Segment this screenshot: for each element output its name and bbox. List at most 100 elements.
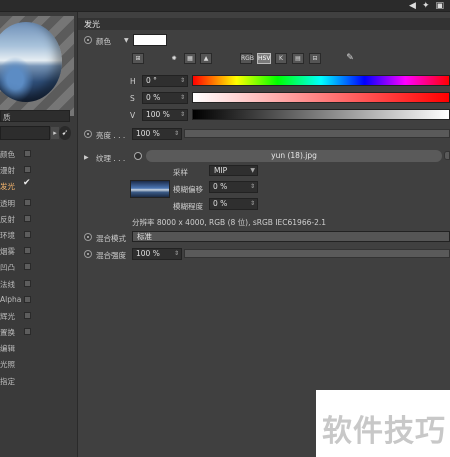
mix-strength-value: 100 % (136, 249, 160, 258)
channel-checkbox[interactable] (24, 198, 31, 206)
h-field[interactable]: 0 ° ⇕ (142, 75, 188, 87)
channel-item[interactable]: 辉光 (0, 308, 78, 324)
color-picker-icon[interactable]: ⊞ (132, 53, 144, 64)
channel-item[interactable]: Alpha (0, 292, 78, 308)
left-search-arrow-icon[interactable]: ▸ (51, 127, 59, 139)
channel-checkbox[interactable] (24, 247, 31, 255)
channel-checkbox[interactable] (24, 328, 31, 336)
brightness-label: 亮度 . . . (96, 130, 125, 141)
v-value: 100 % (146, 110, 170, 119)
texture-side-button[interactable] (444, 151, 450, 160)
mix-strength-field[interactable]: 100 % ⇕ (132, 248, 182, 260)
brightness-radio[interactable] (84, 130, 92, 138)
channel-label: Alpha (0, 294, 22, 304)
brightness-field[interactable]: 100 % ⇕ (132, 128, 182, 140)
channel-checkbox[interactable] (24, 279, 31, 287)
back-arrow-icon[interactable]: ◀ (409, 1, 416, 11)
channel-item[interactable]: 环境 (0, 227, 78, 243)
h-value: 0 ° (146, 76, 157, 85)
image-icon[interactable]: ▲ (200, 53, 212, 64)
channel-checkbox[interactable] (24, 166, 31, 174)
channel-checkbox[interactable] (24, 150, 31, 157)
channel-checkbox[interactable] (24, 263, 31, 271)
left-panel: 质 ▸ ➹ 颜色漫射 发光 ✔ 透明反射环境烟雾凹凸法线 Alpha 辉光置换编辑 光照 指定 (0, 12, 78, 457)
channel-checkbox[interactable] (24, 230, 31, 238)
channel-item[interactable]: 发光 ✔ (0, 178, 78, 194)
top-strip: ◀ ✦ ▣ (0, 0, 450, 12)
blur-degree-spin-icon[interactable]: ⇕ (250, 199, 255, 209)
channel-label: 法线 (0, 279, 15, 289)
s-spin-icon[interactable]: ⇕ (180, 93, 185, 103)
channel-item[interactable]: 法线 (0, 276, 78, 292)
mix-mode-dropdown[interactable]: 标准 (132, 231, 450, 242)
channel-label: 烟雾 (0, 247, 15, 257)
blur-degree-field[interactable]: 0 % ⇕ (209, 198, 258, 210)
channel-label: 反射 (0, 214, 15, 224)
lock-icon[interactable]: ▣ (435, 1, 444, 11)
texture-menu-icon[interactable] (134, 152, 142, 160)
eyedropper-icon[interactable]: ✎ (344, 53, 356, 64)
hue-slider[interactable] (192, 75, 450, 86)
mix-mode-radio[interactable] (84, 233, 92, 241)
mix-strength-spin-icon[interactable]: ⇕ (174, 249, 179, 259)
blur-offset-spin-icon[interactable]: ⇕ (250, 182, 255, 192)
v-field[interactable]: 100 % ⇕ (142, 109, 188, 121)
channel-label: 颜色 (0, 150, 15, 159)
brightness-spin-icon[interactable]: ⇕ (174, 129, 179, 139)
color-expand-icon[interactable]: ▼ (124, 37, 129, 44)
channel-item[interactable]: 颜色 (0, 146, 78, 162)
channel-checkmark-icon[interactable]: ✔ (23, 178, 31, 188)
channel-item[interactable]: 编辑 (0, 340, 78, 356)
v-label: V (130, 111, 136, 120)
s-label: S (130, 94, 135, 103)
texture-thumbnail[interactable] (130, 180, 170, 198)
swatches-icon[interactable]: ⊟ (309, 53, 321, 64)
channel-item[interactable]: 指定 (0, 373, 78, 389)
color-wheel-icon[interactable]: ✺ (168, 53, 180, 64)
channel-item[interactable]: 置换 (0, 324, 78, 340)
mix-strength-radio[interactable] (84, 250, 92, 258)
value-slider[interactable] (192, 109, 450, 120)
channel-item[interactable]: 反射 (0, 211, 78, 227)
color-swatch[interactable] (133, 34, 167, 46)
sampling-dropdown[interactable]: MIP ▼ (209, 165, 258, 176)
channel-checkbox[interactable] (24, 311, 31, 319)
v-spin-icon[interactable]: ⇕ (180, 110, 185, 120)
section-title-bar: 发光 (78, 18, 450, 30)
saturation-slider[interactable] (192, 92, 450, 103)
left-pointer-icon[interactable]: ➹ (59, 126, 71, 140)
mixer-icon[interactable]: ▤ (292, 53, 304, 64)
nav-icon[interactable]: ✦ (422, 1, 430, 11)
material-name-bar[interactable]: 质 (0, 110, 70, 122)
left-search-field[interactable] (0, 126, 50, 140)
brightness-slider[interactable] (184, 129, 450, 138)
mix-strength-label: 混合强度 (96, 251, 126, 260)
channel-label: 凹凸 (0, 263, 15, 273)
h-label: H (130, 77, 136, 86)
top-icons: ◀ ✦ ▣ (409, 0, 444, 12)
channel-item[interactable]: 漫射 (0, 162, 78, 178)
s-field[interactable]: 0 % ⇕ (142, 92, 188, 104)
color-radio[interactable] (84, 36, 92, 44)
texture-file-bar[interactable]: yun (18).jpg (146, 150, 442, 162)
channel-item[interactable]: 凹凸 (0, 259, 78, 275)
channel-checkbox[interactable] (24, 214, 31, 222)
channel-checkbox[interactable] (24, 295, 31, 303)
texture-expand-icon[interactable]: ▶ (84, 154, 89, 161)
texture-label-text: 纹理 (96, 154, 111, 163)
channel-item[interactable]: 光照 (0, 356, 78, 372)
channel-item[interactable]: 透明 (0, 195, 78, 211)
channel-label: 置换 (0, 328, 15, 338)
brightness-label-text: 亮度 (96, 131, 111, 140)
rgb-icon[interactable]: RGB (240, 53, 254, 64)
preview-sphere (0, 22, 62, 102)
kelvin-icon[interactable]: K (275, 53, 287, 64)
mix-strength-slider[interactable] (184, 249, 450, 258)
blur-offset-field[interactable]: 0 % ⇕ (209, 181, 258, 193)
spectrum-icon[interactable]: ▦ (184, 53, 196, 64)
channel-item[interactable]: 烟雾 (0, 243, 78, 259)
texture-label: 纹理 . . . (96, 153, 125, 164)
watermark-text: 软件技巧 (322, 414, 446, 449)
hsv-button[interactable]: HSV (257, 53, 271, 64)
h-spin-icon[interactable]: ⇕ (180, 76, 185, 86)
